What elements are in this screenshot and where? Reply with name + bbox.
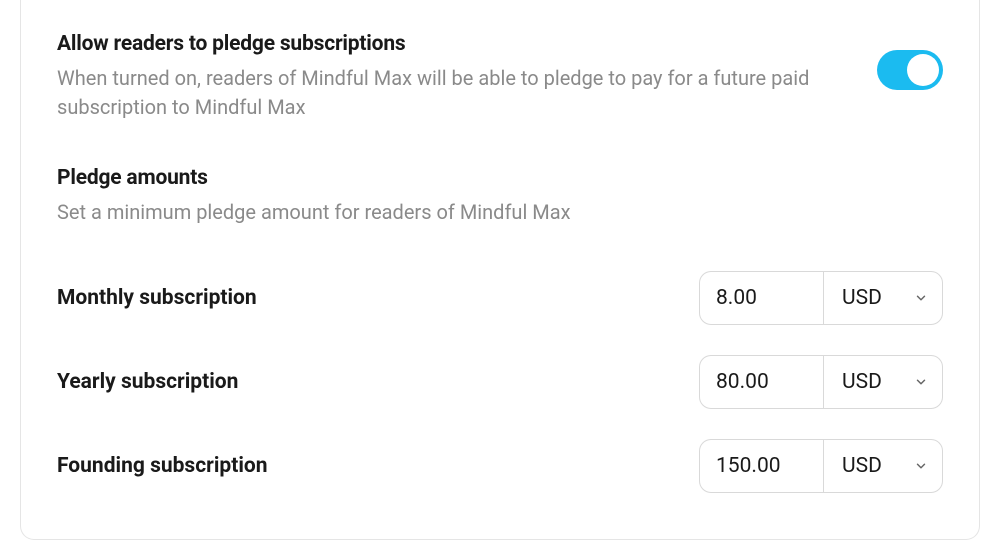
allow-pledge-toggle[interactable] bbox=[877, 50, 943, 90]
chevron-down-icon bbox=[914, 375, 928, 389]
monthly-currency-value: USD bbox=[842, 286, 882, 310]
yearly-subscription-label: Yearly subscription bbox=[57, 370, 238, 394]
pledge-amounts-section: Pledge amounts Set a minimum pledge amou… bbox=[57, 166, 943, 227]
yearly-price-controls: USD bbox=[699, 355, 943, 409]
pledge-amounts-title: Pledge amounts bbox=[57, 166, 943, 190]
allow-pledge-text: Allow readers to pledge subscriptions Wh… bbox=[57, 32, 817, 122]
monthly-subscription-label: Monthly subscription bbox=[57, 286, 257, 310]
price-rows: Monthly subscription USD Yearly subscrip… bbox=[57, 271, 943, 493]
founding-amount-input[interactable] bbox=[699, 439, 823, 493]
monthly-price-controls: USD bbox=[699, 271, 943, 325]
pledge-amounts-description: Set a minimum pledge amount for readers … bbox=[57, 198, 817, 227]
founding-subscription-label: Founding subscription bbox=[57, 454, 268, 478]
monthly-currency-select[interactable]: USD bbox=[823, 271, 943, 325]
yearly-subscription-row: Yearly subscription USD bbox=[57, 355, 943, 409]
yearly-currency-value: USD bbox=[842, 370, 882, 394]
allow-pledge-title: Allow readers to pledge subscriptions bbox=[57, 32, 817, 56]
toggle-knob bbox=[907, 54, 939, 86]
founding-subscription-row: Founding subscription USD bbox=[57, 439, 943, 493]
chevron-down-icon bbox=[914, 459, 928, 473]
monthly-amount-input[interactable] bbox=[699, 271, 823, 325]
allow-pledge-section: Allow readers to pledge subscriptions Wh… bbox=[57, 32, 943, 122]
founding-currency-select[interactable]: USD bbox=[823, 439, 943, 493]
founding-currency-value: USD bbox=[842, 454, 882, 478]
chevron-down-icon bbox=[914, 291, 928, 305]
founding-price-controls: USD bbox=[699, 439, 943, 493]
settings-card: Allow readers to pledge subscriptions Wh… bbox=[20, 0, 980, 540]
yearly-currency-select[interactable]: USD bbox=[823, 355, 943, 409]
monthly-subscription-row: Monthly subscription USD bbox=[57, 271, 943, 325]
yearly-amount-input[interactable] bbox=[699, 355, 823, 409]
allow-pledge-description: When turned on, readers of Mindful Max w… bbox=[57, 64, 817, 122]
